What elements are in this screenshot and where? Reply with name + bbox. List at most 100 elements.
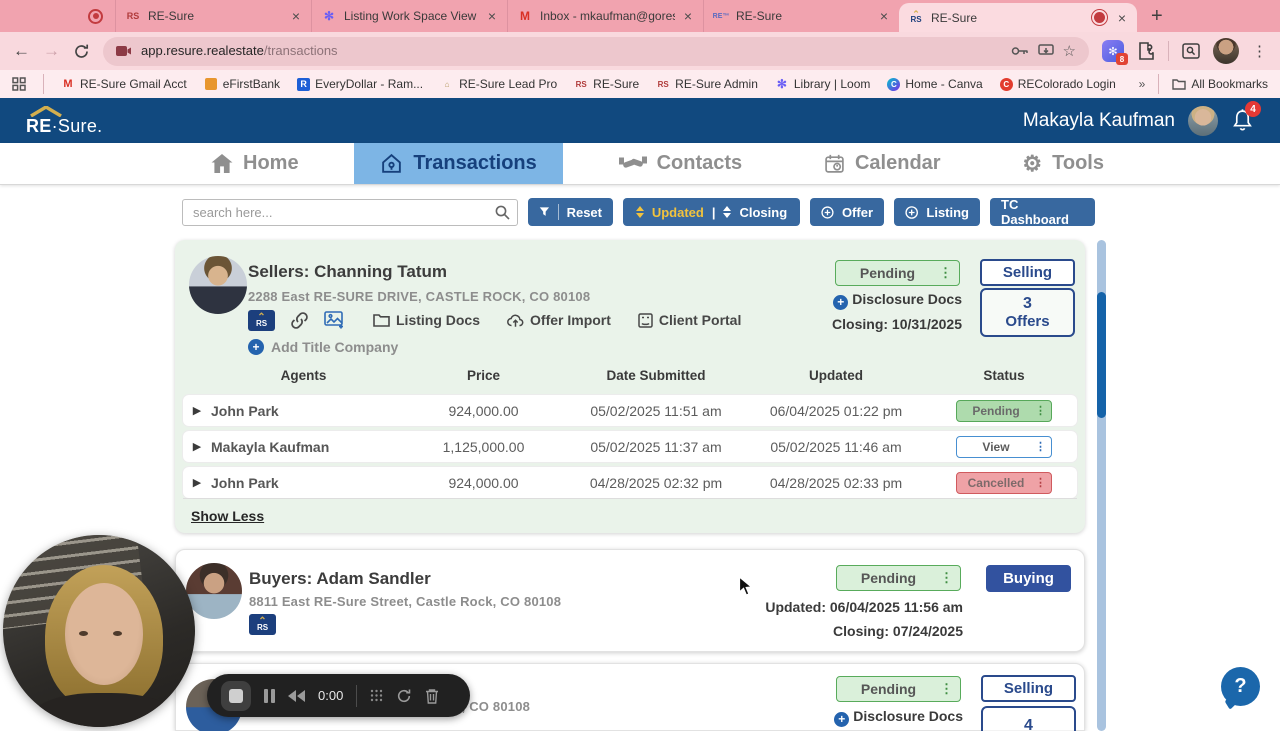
back-icon[interactable]: ← bbox=[13, 41, 30, 61]
user-name[interactable]: Makayla Kaufman bbox=[1023, 110, 1175, 132]
pause-recording-icon[interactable] bbox=[264, 688, 275, 703]
status-dropdown[interactable]: Pending ⋮ bbox=[836, 676, 961, 702]
bookmark-item[interactable]: ✻ Library | Loom bbox=[775, 77, 871, 91]
expand-caret-icon[interactable]: ▶ bbox=[183, 440, 211, 453]
tab-close-icon[interactable]: × bbox=[290, 9, 302, 23]
bookmark-item[interactable]: C Home - Canva bbox=[887, 77, 983, 91]
webcam-overlay[interactable] bbox=[3, 535, 195, 727]
browser-profile-avatar[interactable] bbox=[1213, 38, 1239, 64]
bookmark-item[interactable]: R EveryDollar - Ram... bbox=[297, 77, 423, 91]
tab-recording-icon bbox=[1093, 12, 1105, 23]
browser-tab-active[interactable]: ⌃ RS RE-Sure × bbox=[899, 3, 1137, 32]
browser-tab[interactable]: RE™ RE-Sure × bbox=[703, 0, 899, 32]
sort-toggle-button[interactable]: Updated | Closing bbox=[623, 198, 800, 226]
bookmark-item[interactable]: C REColorado Login bbox=[999, 77, 1116, 91]
add-title-company-button[interactable]: + Add Title Company bbox=[248, 339, 398, 355]
resure-logo[interactable]: RE·Sure. bbox=[26, 106, 102, 135]
kebab-icon[interactable]: ⋮ bbox=[1035, 440, 1051, 453]
nav-item-contacts[interactable]: Contacts bbox=[593, 143, 769, 184]
recolorado-icon: C bbox=[999, 77, 1013, 91]
offers-count-button[interactable]: 4 bbox=[981, 706, 1076, 731]
show-less-link[interactable]: Show Less bbox=[183, 498, 1077, 524]
nav-item-transactions[interactable]: Transactions bbox=[354, 143, 563, 184]
status-dropdown[interactable]: Pending ⋮ bbox=[835, 260, 960, 286]
status-dropdown[interactable]: Pending ⋮ bbox=[836, 565, 961, 591]
listing-docs-button[interactable]: Listing Docs bbox=[373, 312, 480, 328]
gear-icon: ⚙ bbox=[1022, 150, 1043, 176]
user-avatar[interactable] bbox=[1188, 105, 1218, 136]
browser-menu-icon[interactable]: ⋮ bbox=[1252, 42, 1267, 60]
recording-indicator-icon[interactable] bbox=[88, 8, 103, 24]
help-chat-button[interactable]: ? bbox=[1221, 667, 1260, 706]
offer-row[interactable]: ▶ John Park 924,000.00 05/02/2025 11:51 … bbox=[183, 395, 1077, 426]
resure-badge-button[interactable]: ⌃ RS bbox=[248, 309, 275, 331]
disclosure-docs-link[interactable]: + Disclosure Docs bbox=[596, 708, 963, 727]
bookmark-item[interactable]: RS RE-Sure bbox=[574, 77, 640, 91]
kebab-icon[interactable]: ⋮ bbox=[939, 265, 959, 281]
offer-row[interactable]: ▶ John Park 924,000.00 04/28/2025 02:32 … bbox=[183, 467, 1077, 498]
reset-filter-button[interactable]: Reset bbox=[528, 198, 613, 226]
brand-re: RE bbox=[26, 116, 52, 136]
tab-search-icon[interactable] bbox=[1182, 43, 1200, 59]
sort-arrows-icon bbox=[723, 206, 732, 218]
browser-tab[interactable]: RS RE-Sure × bbox=[115, 0, 311, 32]
expand-caret-icon[interactable]: ▶ bbox=[183, 404, 211, 417]
kebab-icon[interactable]: ⋮ bbox=[940, 681, 960, 697]
tab-close-icon[interactable]: × bbox=[682, 9, 694, 23]
all-bookmarks-button[interactable]: All Bookmarks bbox=[1172, 77, 1268, 91]
offers-count-button[interactable]: 3 Offers bbox=[980, 288, 1075, 337]
offer-row[interactable]: ▶ Makayla Kaufman 1,125,000.00 05/02/202… bbox=[183, 431, 1077, 462]
rewind-icon[interactable] bbox=[288, 689, 305, 702]
kebab-icon[interactable]: ⋮ bbox=[1035, 476, 1051, 489]
extension-icon[interactable]: ✻ 8 bbox=[1102, 40, 1128, 65]
extensions-puzzle-icon[interactable] bbox=[1137, 42, 1155, 60]
resure-icon: RS bbox=[657, 79, 669, 89]
new-listing-button[interactable]: Listing bbox=[894, 198, 980, 226]
new-offer-button[interactable]: Offer bbox=[810, 198, 884, 226]
bookmark-item[interactable]: ⌂ RE-Sure Lead Pro bbox=[440, 77, 557, 91]
app-header: RE·Sure. Makayla Kaufman 4 bbox=[0, 98, 1280, 143]
new-tab-button[interactable]: + bbox=[1151, 5, 1163, 28]
bookmarks-overflow-icon[interactable]: » bbox=[1139, 77, 1146, 91]
bookmark-item[interactable]: eFirstBank bbox=[204, 77, 280, 91]
browser-tab[interactable]: ✻ Listing Work Space View - Vi × bbox=[311, 0, 507, 32]
row-status-dropdown[interactable]: View ⋮ bbox=[956, 435, 1052, 458]
row-status-dropdown[interactable]: Pending ⋮ bbox=[956, 399, 1052, 422]
tab-close-icon[interactable]: × bbox=[1116, 11, 1128, 25]
password-key-icon[interactable] bbox=[1011, 45, 1029, 57]
refresh-icon[interactable] bbox=[73, 43, 90, 60]
add-image-icon[interactable] bbox=[324, 310, 346, 330]
tab-close-icon[interactable]: × bbox=[486, 9, 498, 23]
row-status-dropdown[interactable]: Cancelled ⋮ bbox=[956, 471, 1052, 494]
kebab-icon[interactable]: ⋮ bbox=[1035, 404, 1051, 417]
efirstbank-icon bbox=[204, 77, 218, 91]
nav-item-calendar[interactable]: Calendar bbox=[798, 143, 967, 184]
nav-item-tools[interactable]: ⚙ Tools bbox=[996, 143, 1130, 184]
install-icon[interactable] bbox=[1037, 44, 1054, 58]
browser-tab[interactable]: M Inbox - mkaufman@goresure × bbox=[507, 0, 703, 32]
loom-favicon: ✻ bbox=[323, 9, 335, 23]
resure-favicon: RS bbox=[126, 11, 140, 21]
nav-item-home[interactable]: Home bbox=[185, 143, 325, 184]
resure-badge-button[interactable]: ⌃ RS bbox=[249, 614, 276, 635]
scrollbar-thumb[interactable] bbox=[1097, 292, 1106, 418]
forward-icon[interactable]: → bbox=[43, 41, 60, 61]
drag-dots-icon[interactable] bbox=[370, 689, 383, 702]
address-bar[interactable]: app.resure.realestate/transactions ☆ bbox=[103, 36, 1089, 66]
bookmark-item[interactable]: RS RE-Sure Admin bbox=[656, 77, 758, 91]
expand-caret-icon[interactable]: ▶ bbox=[183, 476, 211, 489]
link-icon[interactable] bbox=[290, 311, 309, 330]
tab-close-icon[interactable]: × bbox=[878, 9, 890, 23]
apps-grid-icon[interactable] bbox=[12, 77, 26, 91]
bookmark-star-icon[interactable]: ☆ bbox=[1063, 42, 1076, 60]
stop-recording-button[interactable] bbox=[221, 680, 251, 711]
delete-recording-icon[interactable] bbox=[425, 688, 439, 704]
bookmark-item[interactable]: M RE-Sure Gmail Acct bbox=[61, 77, 186, 91]
url-path: /transactions bbox=[263, 43, 338, 58]
notification-bell-icon[interactable]: 4 bbox=[1231, 101, 1261, 133]
kebab-icon[interactable]: ⋮ bbox=[940, 570, 960, 586]
disclosure-docs-link[interactable]: + Disclosure Docs bbox=[595, 291, 962, 310]
restart-recording-icon[interactable] bbox=[396, 688, 412, 704]
tc-dashboard-button[interactable]: TC Dashboard bbox=[990, 197, 1095, 227]
search-input[interactable] bbox=[182, 199, 518, 226]
